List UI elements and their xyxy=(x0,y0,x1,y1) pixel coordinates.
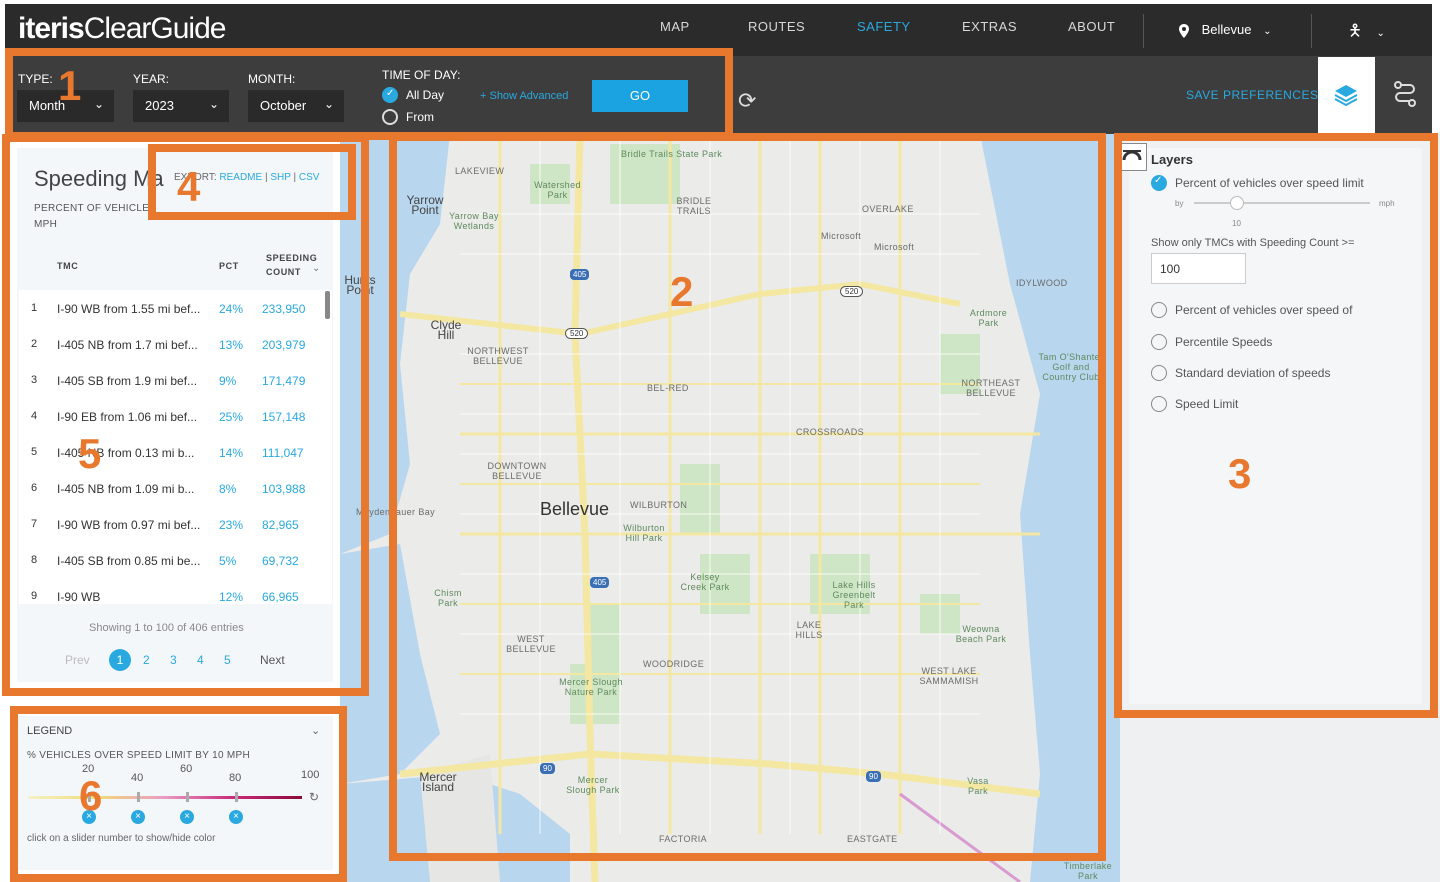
user-icon: 🯅 xyxy=(1348,23,1363,40)
chevron-down-icon: ⌄ xyxy=(1376,28,1385,39)
annotation-number-3: 3 xyxy=(1228,450,1252,497)
route-icon xyxy=(1394,81,1416,107)
nav-map[interactable]: MAP xyxy=(660,19,690,34)
location-selector[interactable]: Bellevue ⌄ xyxy=(1178,22,1272,38)
annotation-number-5: 5 xyxy=(78,430,102,477)
layers-icon xyxy=(1334,85,1358,107)
annotation-box-1 xyxy=(5,48,733,140)
annotation-box-2 xyxy=(389,133,1106,861)
nav-extras[interactable]: EXTRAS xyxy=(962,19,1017,34)
map-pin-icon xyxy=(1179,23,1189,38)
layers-button[interactable] xyxy=(1318,57,1375,134)
nav-divider xyxy=(1143,14,1144,48)
nav-divider xyxy=(1311,14,1312,48)
map-label: Timberlake Park xyxy=(1063,861,1113,881)
annotation-number-2: 2 xyxy=(670,268,694,315)
nav-routes[interactable]: ROUTES xyxy=(748,19,805,34)
routes-button[interactable] xyxy=(1377,57,1432,134)
annotation-number-4: 4 xyxy=(177,163,201,210)
nav-safety[interactable]: SAFETY xyxy=(857,19,911,34)
logo[interactable]: iterisClearGuide xyxy=(18,12,226,46)
annotation-number-1: 1 xyxy=(58,62,82,109)
annotation-number-6: 6 xyxy=(79,772,103,819)
chevron-down-icon: ⌄ xyxy=(1263,26,1272,37)
annotation-box-3 xyxy=(1114,133,1438,718)
location-label: Bellevue xyxy=(1201,22,1252,37)
nav-about[interactable]: ABOUT xyxy=(1068,19,1115,34)
refresh-icon[interactable]: ⟳ xyxy=(738,88,756,114)
annotation-box-5 xyxy=(2,134,369,696)
annotation-box-6 xyxy=(10,706,347,882)
user-menu[interactable]: 🯅 ⌄ xyxy=(1348,20,1385,47)
save-preferences-button[interactable]: SAVE PREFERENCES xyxy=(1186,88,1318,102)
